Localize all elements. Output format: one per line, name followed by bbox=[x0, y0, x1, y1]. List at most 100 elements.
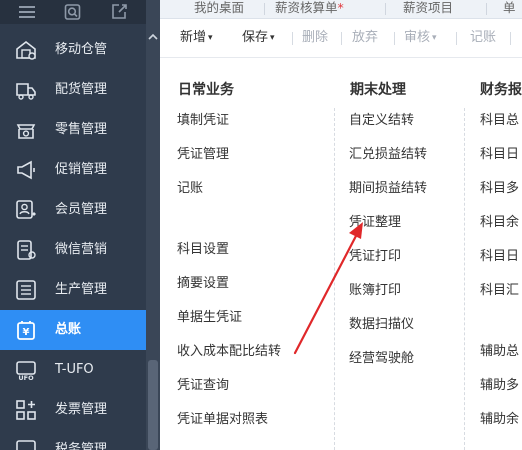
tax-icon bbox=[15, 439, 37, 450]
ufo-icon: UFO bbox=[15, 359, 37, 382]
sidebar-item-invoice[interactable]: 发票管理 bbox=[0, 390, 146, 430]
link-report-2[interactable]: 科目日 bbox=[480, 147, 519, 163]
tab-label: 单 bbox=[503, 0, 516, 15]
link-account-settings[interactable]: 科目设置 bbox=[177, 242, 229, 258]
member-icon bbox=[15, 199, 37, 221]
link-document-to-voucher[interactable]: 单据生凭证 bbox=[177, 310, 242, 326]
tab-label: 薪资项目 bbox=[403, 0, 454, 15]
search-icon[interactable] bbox=[63, 2, 83, 22]
toolbar-separator bbox=[394, 32, 395, 45]
export-icon[interactable] bbox=[109, 2, 129, 22]
megaphone-icon bbox=[15, 159, 37, 181]
audit-label: 审核 bbox=[404, 30, 431, 45]
section-title-reports: 财务报 bbox=[480, 82, 522, 98]
general-ledger-icon: ¥ bbox=[15, 319, 37, 341]
link-ledger-print[interactable]: 账簿打印 bbox=[349, 283, 401, 299]
svg-text:¥: ¥ bbox=[23, 327, 30, 338]
sidebar: 移动仓管 配货管理 零售管理 促销管理 会员管理 微信营销 生产管理 ¥ 总账 … bbox=[0, 0, 146, 450]
section-title-daily: 日常业务 bbox=[178, 82, 234, 98]
svg-text:UFO: UFO bbox=[18, 374, 34, 381]
link-voucher-query[interactable]: 凭证查询 bbox=[177, 378, 229, 394]
tab-separator bbox=[486, 3, 487, 15]
link-report-5[interactable]: 科目日 bbox=[480, 249, 519, 265]
link-voucher-print[interactable]: 凭证打印 bbox=[349, 249, 401, 265]
sidebar-item-mobile-warehouse[interactable]: 移动仓管 bbox=[0, 30, 146, 70]
sidebar-item-label: T-UFO bbox=[55, 362, 94, 377]
link-exchange-carryforward[interactable]: 汇兑损益结转 bbox=[349, 147, 427, 163]
audit-button[interactable]: 审核 ▾ bbox=[404, 30, 437, 46]
tab-overflow[interactable]: 单 bbox=[503, 0, 516, 18]
tab-label: 我的桌面 bbox=[194, 0, 245, 15]
link-data-scanner[interactable]: 数据扫描仪 bbox=[349, 317, 414, 333]
scrollbar-thumb[interactable] bbox=[148, 360, 158, 450]
link-fill-voucher[interactable]: 填制凭证 bbox=[177, 113, 229, 129]
sidebar-item-general-ledger[interactable]: ¥ 总账 bbox=[0, 310, 146, 350]
link-custom-carryforward[interactable]: 自定义结转 bbox=[349, 113, 414, 129]
sidebar-item-label: 促销管理 bbox=[55, 162, 108, 177]
toolbar-separator bbox=[292, 32, 293, 45]
link-voucher-organize[interactable]: 凭证整理 bbox=[349, 215, 401, 231]
section-title-period-end: 期末处理 bbox=[350, 82, 406, 98]
tab-payroll[interactable]: 薪资核算单* bbox=[275, 0, 344, 18]
wechat-icon bbox=[15, 239, 37, 261]
link-report-8[interactable]: 辅助多 bbox=[480, 378, 519, 394]
tab-my-desktop[interactable]: 我的桌面 bbox=[194, 0, 244, 18]
link-revenue-cost-matching[interactable]: 收入成本配比结转 bbox=[177, 344, 281, 360]
post-button[interactable]: 记账 bbox=[470, 30, 496, 46]
tab-label: 薪资核算单 bbox=[275, 0, 338, 15]
modified-indicator: * bbox=[337, 0, 344, 15]
mobile-warehouse-icon bbox=[15, 39, 37, 61]
delete-button[interactable]: 删除 bbox=[302, 30, 328, 46]
link-report-3[interactable]: 科目多 bbox=[480, 181, 519, 197]
sidebar-item-promotion[interactable]: 促销管理 bbox=[0, 150, 146, 190]
retail-icon bbox=[15, 119, 37, 141]
sidebar-scrollbar[interactable] bbox=[146, 0, 160, 450]
link-business-cockpit[interactable]: 经营驾驶舱 bbox=[349, 351, 414, 367]
column-divider bbox=[334, 108, 335, 450]
function-menu: 日常业务 期末处理 财务报 填制凭证 凭证管理 记账 科目设置 摘要设置 单据生… bbox=[160, 58, 522, 450]
sidebar-toolbar bbox=[0, 0, 146, 24]
sidebar-item-label: 微信营销 bbox=[55, 242, 108, 257]
discard-button[interactable]: 放弃 bbox=[352, 30, 378, 46]
sidebar-item-tufo[interactable]: UFO T-UFO bbox=[0, 350, 146, 390]
link-period-pl-carryforward[interactable]: 期间损益结转 bbox=[349, 181, 427, 197]
distribution-icon bbox=[15, 79, 37, 101]
chevron-down-icon: ▾ bbox=[208, 33, 213, 43]
new-button[interactable]: 新增 ▾ bbox=[180, 30, 213, 46]
link-post[interactable]: 记账 bbox=[177, 181, 203, 197]
chevron-down-icon: ▾ bbox=[432, 33, 437, 43]
production-icon bbox=[15, 279, 37, 301]
link-report-1[interactable]: 科目总 bbox=[480, 113, 519, 129]
sidebar-item-label: 会员管理 bbox=[55, 202, 108, 217]
sidebar-item-label: 移动仓管 bbox=[55, 42, 108, 57]
tab-bar: 我的桌面 薪资核算单* 薪资项目 单 bbox=[160, 0, 522, 19]
sidebar-item-tax[interactable]: 税务管理 bbox=[0, 430, 146, 450]
tab-payroll-items[interactable]: 薪资项目 bbox=[403, 0, 453, 18]
link-voucher-document-table[interactable]: 凭证单据对照表 bbox=[177, 412, 268, 428]
link-summary-settings[interactable]: 摘要设置 bbox=[177, 276, 229, 292]
toolbar-separator bbox=[341, 32, 342, 45]
sidebar-item-label: 配货管理 bbox=[55, 82, 108, 97]
scroll-up-icon[interactable] bbox=[148, 32, 158, 42]
link-more[interactable]: ... bbox=[177, 444, 189, 450]
sidebar-item-label: 总账 bbox=[55, 322, 82, 337]
sidebar-item-wechat[interactable]: 微信营销 bbox=[0, 230, 146, 270]
sidebar-item-label: 发票管理 bbox=[55, 402, 108, 417]
toolbar-separator bbox=[456, 32, 457, 45]
invoice-icon bbox=[15, 399, 37, 421]
save-button[interactable]: 保存 ▾ bbox=[242, 30, 275, 46]
new-label: 新增 bbox=[180, 30, 207, 45]
sidebar-item-distribution[interactable]: 配货管理 bbox=[0, 70, 146, 110]
sidebar-item-retail[interactable]: 零售管理 bbox=[0, 110, 146, 150]
sidebar-item-member[interactable]: 会员管理 bbox=[0, 190, 146, 230]
menu-icon[interactable] bbox=[17, 2, 37, 22]
sidebar-item-label: 零售管理 bbox=[55, 122, 108, 137]
sidebar-item-production[interactable]: 生产管理 bbox=[0, 270, 146, 310]
link-report-6[interactable]: 科目汇 bbox=[480, 283, 519, 299]
link-report-7[interactable]: 辅助总 bbox=[480, 344, 519, 360]
link-voucher-management[interactable]: 凭证管理 bbox=[177, 147, 229, 163]
save-label: 保存 bbox=[242, 30, 269, 45]
link-report-4[interactable]: 科目余 bbox=[480, 215, 519, 231]
column-divider bbox=[464, 108, 465, 450]
link-report-9[interactable]: 辅助余 bbox=[480, 412, 519, 428]
